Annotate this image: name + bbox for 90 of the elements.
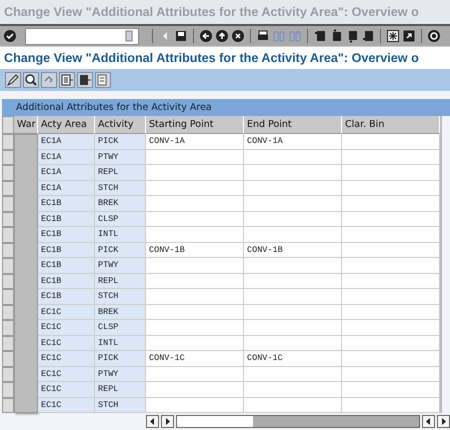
row-selector[interactable] [2, 351, 14, 366]
table-cell: EC1C [38, 398, 95, 413]
list-outline-icon[interactable] [95, 72, 111, 88]
row-selector[interactable] [2, 382, 14, 398]
table-cell: REPL [95, 165, 146, 180]
help-icon[interactable] [427, 29, 441, 43]
column-header[interactable]: Starting Point [146, 116, 244, 134]
table-cell: CONV-1C [146, 351, 244, 366]
cancel-icon[interactable] [231, 29, 245, 43]
table-cell: EC1B [38, 289, 95, 304]
row-selector[interactable] [2, 320, 14, 336]
printer-icon[interactable] [256, 29, 270, 43]
caret-left-icon [148, 416, 157, 426]
column-header[interactable]: Clar. Bin [342, 116, 440, 134]
scrollbar-thumb[interactable] [253, 416, 420, 426]
table-cell: EC1B [38, 212, 95, 227]
column-header[interactable]: Acty Area [38, 116, 95, 134]
magnifier-icon[interactable] [23, 72, 39, 88]
row-selector[interactable] [2, 336, 14, 351]
table-cell: EC1B [38, 196, 95, 212]
table-cell: PICK [95, 242, 146, 258]
page-down-icon[interactable] [361, 29, 375, 43]
table-cell: CLSP [95, 320, 146, 336]
window-title: Change View "Additional Attributes for the Activity Area": Overview o [4, 5, 419, 19]
table-cell: EC1B [38, 274, 95, 289]
table-cell: PTWY [95, 150, 146, 165]
table-cell: PTWY [95, 258, 146, 274]
table-cell: STCH [95, 289, 146, 304]
table-cell: PICK [95, 134, 146, 150]
table-cell: CLSP [95, 212, 146, 227]
row-selector[interactable] [2, 165, 14, 180]
table-cell: CONV-1A [244, 134, 342, 150]
table-cell: STCH [95, 180, 146, 196]
check-icon[interactable] [3, 29, 17, 43]
row-selector[interactable] [2, 150, 14, 165]
row-selector[interactable] [2, 180, 14, 196]
screen-title: Change View "Additional Attributes for the Activity Area": Overview o [0, 46, 450, 69]
caret-right-icon [439, 416, 448, 426]
table-cell: CONV-1B [146, 242, 244, 258]
command-field[interactable] [25, 28, 139, 44]
table-cell: STCH [95, 398, 146, 413]
table-cell: CONV-1A [146, 134, 244, 150]
table-cell: EC1C [38, 366, 95, 382]
list-icon[interactable] [59, 72, 75, 88]
table-cell: PICK [95, 351, 146, 366]
row-selector[interactable] [2, 227, 14, 242]
table-cell: REPL [95, 382, 146, 398]
table-cell: EC1C [38, 304, 95, 320]
table-cell: EC1B [38, 227, 95, 242]
row-selector[interactable] [2, 304, 14, 320]
column-header[interactable]: End Point [244, 116, 342, 134]
table-cell: CONV-1C [244, 351, 342, 366]
table-cell: EC1B [38, 242, 95, 258]
table-cell: EC1C [38, 351, 95, 366]
table-cell: EC1A [38, 150, 95, 165]
window-grid-icon[interactable] [386, 29, 400, 43]
row-selector[interactable] [2, 242, 14, 258]
select-all-button[interactable] [2, 116, 14, 134]
row-selector[interactable] [2, 212, 14, 227]
table-cell: REPL [95, 274, 146, 289]
row-selector[interactable] [2, 196, 14, 212]
row-selector[interactable] [2, 366, 14, 382]
column-header[interactable]: War [14, 116, 38, 134]
table-cell: EC1C [38, 382, 95, 398]
table-cell: BREK [95, 304, 146, 320]
table-cell: EC1A [38, 134, 95, 150]
table-title: Additional Attributes for the Activity Area [2, 99, 450, 116]
table-cell: BREK [95, 196, 146, 212]
table-cell: INTL [95, 336, 146, 351]
table-cell: EC1C [38, 320, 95, 336]
page-up-icon[interactable] [313, 29, 327, 43]
table-cell: CONV-1B [244, 242, 342, 258]
row-selector[interactable] [2, 134, 14, 150]
row-selector[interactable] [2, 258, 14, 274]
pencil-icon[interactable] [5, 72, 21, 88]
table-cell: EC1B [38, 258, 95, 274]
column-header[interactable]: Activity [95, 116, 146, 134]
scroll-left-button[interactable] [146, 414, 159, 428]
table-cell: PTWY [95, 366, 146, 382]
scroll-right-button[interactable] [160, 414, 174, 428]
table-cell: EC1C [38, 336, 95, 351]
row-selector[interactable] [2, 398, 14, 413]
table-cell: EC1A [38, 180, 95, 196]
scroll-left-button[interactable] [422, 414, 436, 428]
scroll-right-button[interactable] [437, 414, 450, 428]
row-selector[interactable] [2, 274, 14, 289]
list-dark-icon[interactable] [77, 72, 93, 88]
table-cell: EC1A [38, 165, 95, 180]
table-cell: INTL [95, 227, 146, 242]
row-selector[interactable] [2, 289, 14, 304]
